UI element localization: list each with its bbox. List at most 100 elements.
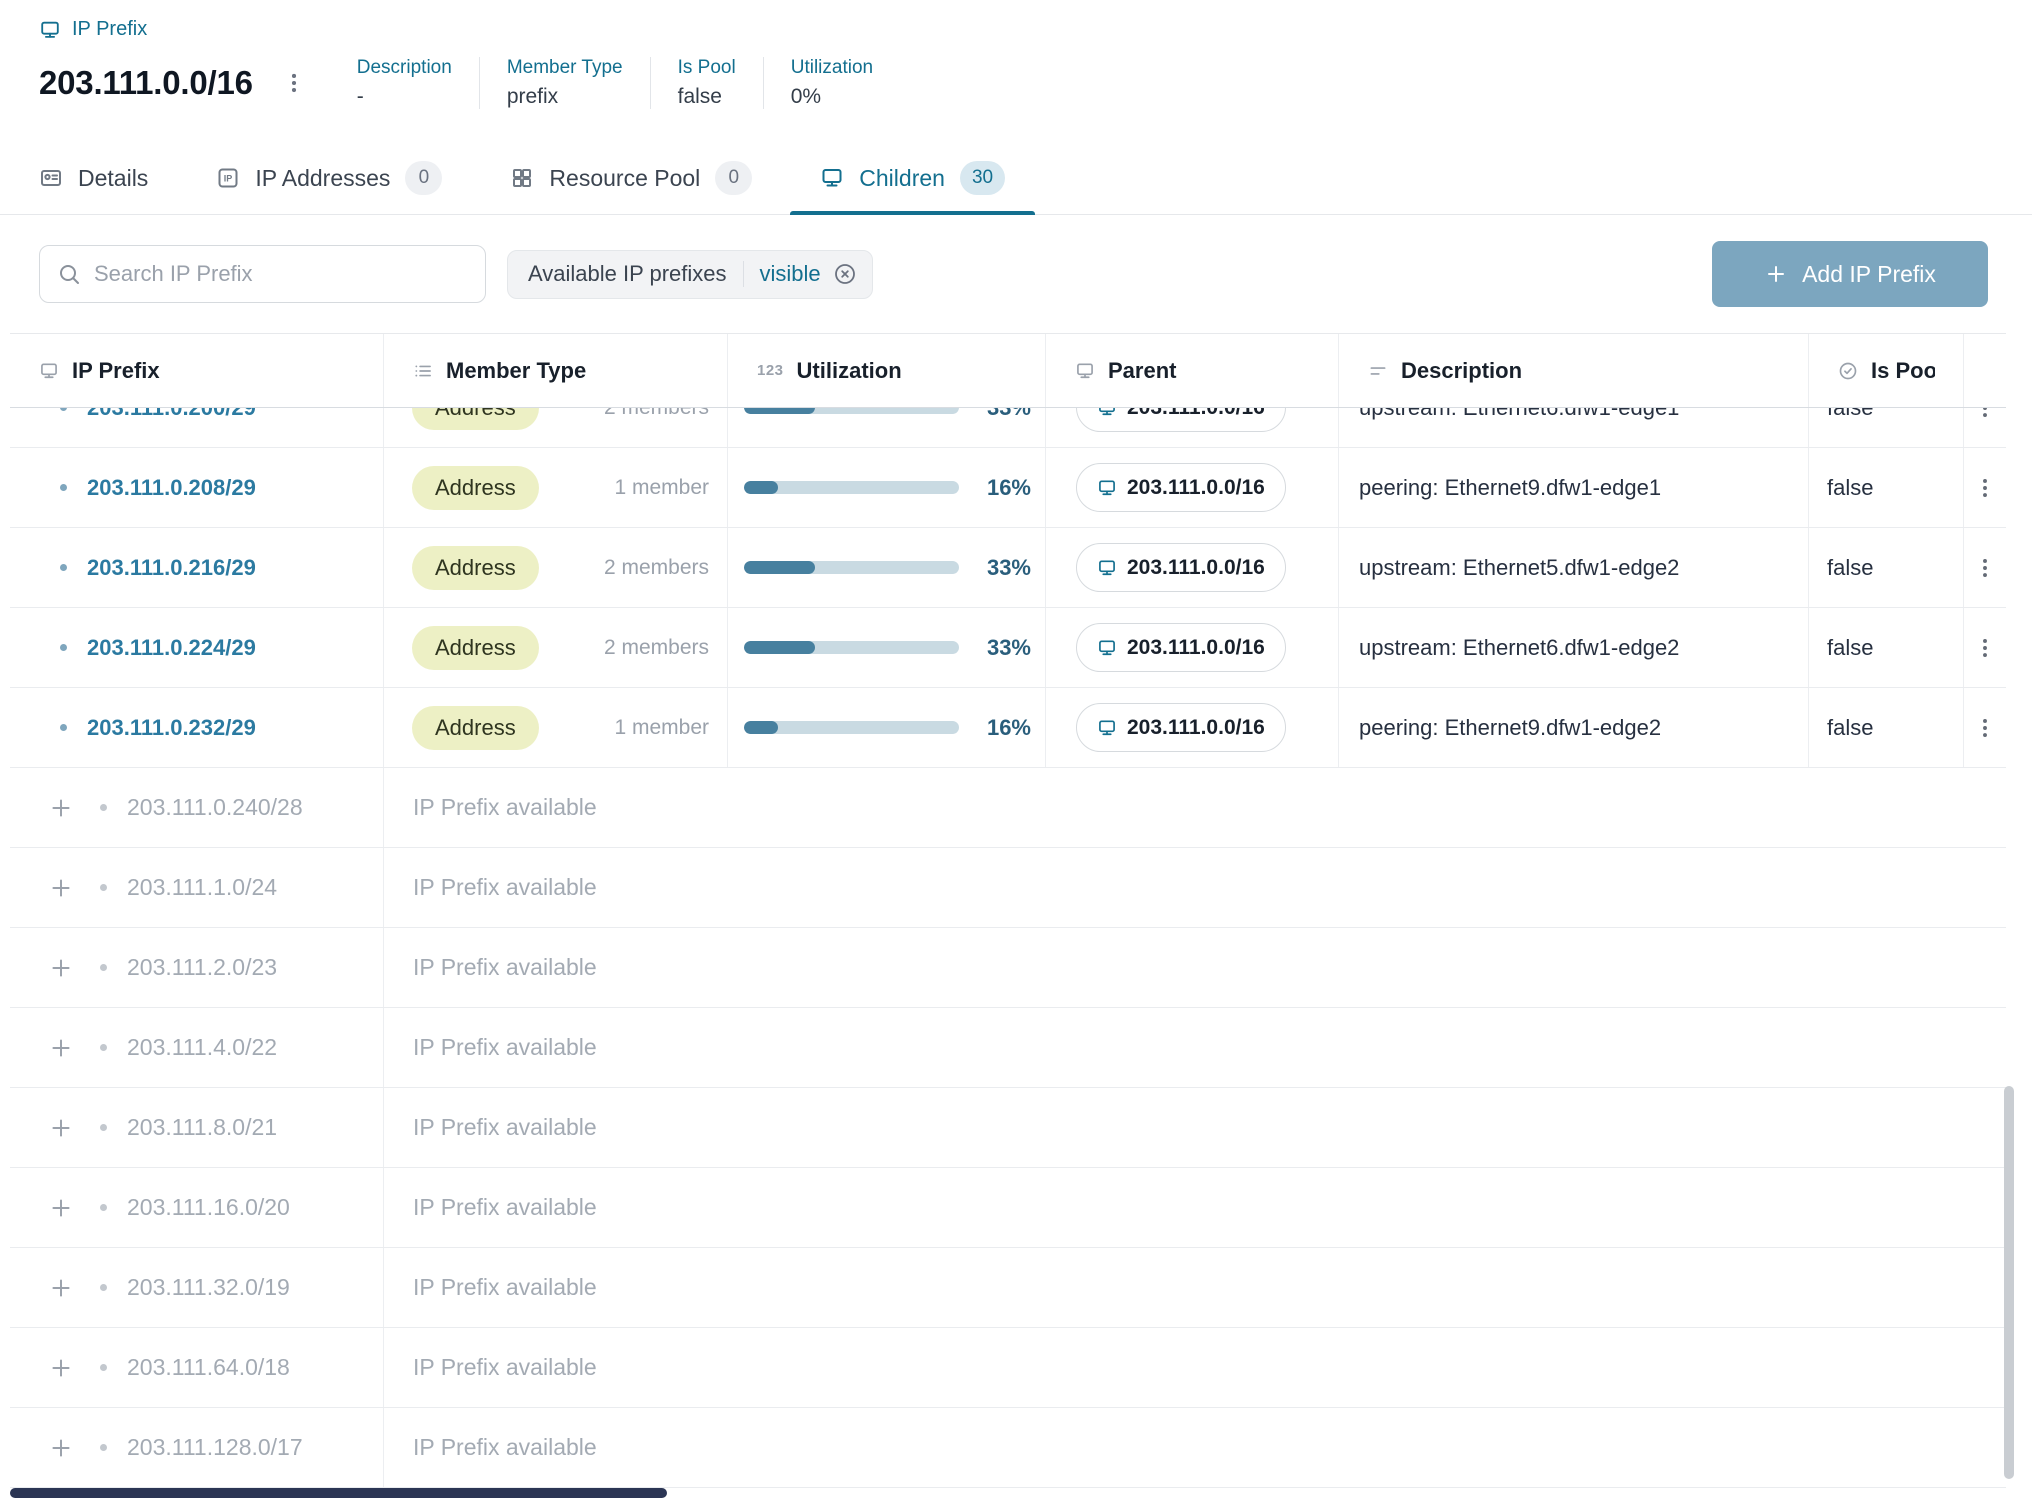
prefix-bullet	[100, 964, 107, 971]
parent-chip[interactable]: 203.111.0.0/16	[1076, 463, 1286, 512]
cell-ip-prefix: 203.111.2.0/23	[10, 928, 384, 1007]
prefix-icon	[1075, 361, 1095, 381]
column-header-parent[interactable]: Parent	[1046, 334, 1339, 407]
parent-chip[interactable]: 203.111.0.0/16	[1076, 408, 1286, 432]
is-pool-value: false	[1827, 635, 1873, 661]
add-available-prefix-button[interactable]	[48, 1275, 74, 1301]
add-available-prefix-button[interactable]	[48, 1435, 74, 1461]
tab-count-badge: 0	[715, 161, 752, 195]
utilization-bar	[744, 481, 959, 494]
utilization-bar	[744, 721, 959, 734]
row-menu-button[interactable]	[1972, 408, 1998, 421]
add-available-prefix-button[interactable]	[48, 1115, 74, 1141]
cell-member-type: Address 1 member	[384, 688, 728, 767]
add-available-prefix-button[interactable]	[48, 955, 74, 981]
utilization-bar	[744, 641, 959, 654]
horizontal-scrollbar-thumb[interactable]	[10, 1488, 667, 1498]
prefix-icon	[1097, 558, 1117, 578]
row-menu-button[interactable]	[1972, 635, 1998, 661]
cell-member-type: Address 2 members	[384, 408, 728, 447]
column-header-member-type[interactable]: Member Type	[384, 334, 728, 407]
available-prefix: 203.111.0.240/28	[127, 794, 303, 821]
cell-ip-prefix: 203.111.4.0/22	[10, 1008, 384, 1087]
cell-parent: 203.111.0.0/16	[1046, 528, 1339, 607]
table-header-row: IP Prefix Member Type 123 Utilization Pa…	[10, 333, 2006, 408]
row-menu-button[interactable]	[1972, 555, 1998, 581]
member-count: 2 members	[604, 636, 709, 660]
prefix-link[interactable]: 203.111.0.224/29	[87, 635, 256, 661]
add-available-prefix-button[interactable]	[48, 875, 74, 901]
add-available-prefix-button[interactable]	[48, 1195, 74, 1221]
utilization-bar	[744, 408, 959, 414]
add-button-label: Add IP Prefix	[1802, 261, 1936, 288]
prefix-bullet	[60, 484, 67, 491]
column-header-ip-prefix[interactable]: IP Prefix	[10, 334, 384, 407]
add-available-prefix-button[interactable]	[48, 795, 74, 821]
is-pool-value: false	[1827, 555, 1873, 581]
available-prefix: 203.111.64.0/18	[127, 1354, 290, 1381]
breadcrumb[interactable]: IP Prefix	[39, 18, 147, 41]
dots-vertical-icon	[1972, 635, 1998, 661]
parent-chip[interactable]: 203.111.0.0/16	[1076, 703, 1286, 752]
row-menu-button[interactable]	[1972, 475, 1998, 501]
prefix-link[interactable]: 203.111.0.200/29	[87, 408, 256, 421]
prefix-bullet	[100, 1044, 107, 1051]
prefix-bullet	[60, 724, 67, 731]
table-row-available: 203.111.128.0/17 IP Prefix available	[10, 1408, 2006, 1488]
cell-ip-prefix: 203.111.32.0/19	[10, 1248, 384, 1327]
check-circle-icon	[1838, 361, 1858, 381]
search-input[interactable]	[94, 261, 468, 287]
tab-children[interactable]: Children 30	[790, 142, 1035, 214]
filter-value: visible	[760, 261, 821, 287]
add-available-prefix-button[interactable]	[48, 1035, 74, 1061]
prefix-link[interactable]: 203.111.0.232/29	[87, 715, 256, 741]
filter-chip[interactable]: Available IP prefixes visible	[507, 250, 873, 299]
cell-description: upstream: Ethernet6.dfw1-edge1	[1339, 408, 1809, 447]
title-row: 203.111.0.0/16 Description - Member Type…	[39, 52, 873, 114]
available-prefix: 203.111.32.0/19	[127, 1274, 290, 1301]
cell-ip-prefix: 203.111.0.224/29	[10, 608, 384, 687]
cell-utilization: 33%	[728, 408, 1046, 447]
cell-actions	[1964, 688, 2006, 767]
utilization-percent: 33%	[987, 408, 1031, 421]
table-row: 203.111.0.224/29 Address 2 members 33% 2…	[10, 608, 2006, 688]
tab-details[interactable]: Details	[9, 142, 178, 214]
vertical-scrollbar-thumb[interactable]	[2004, 1086, 2014, 1479]
table-row-available: 203.111.1.0/24 IP Prefix available	[10, 848, 2006, 928]
tab-ip-addresses[interactable]: IP IP Addresses 0	[186, 142, 472, 214]
prefix-link[interactable]: 203.111.0.208/29	[87, 475, 256, 501]
parent-chip[interactable]: 203.111.0.0/16	[1076, 543, 1286, 592]
parent-label: 203.111.0.0/16	[1127, 556, 1265, 580]
row-menu-button[interactable]	[1972, 715, 1998, 741]
member-type-badge: Address	[412, 626, 539, 670]
prefix-link[interactable]: 203.111.0.216/29	[87, 555, 256, 581]
close-circle-icon[interactable]	[833, 262, 857, 286]
table-row-available: 203.111.2.0/23 IP Prefix available	[10, 928, 2006, 1008]
available-prefix: 203.111.16.0/20	[127, 1194, 290, 1221]
add-ip-prefix-button[interactable]: Add IP Prefix	[1712, 241, 1988, 307]
column-header-description[interactable]: Description	[1339, 334, 1809, 407]
tab-resource-pool[interactable]: Resource Pool 0	[480, 142, 782, 214]
column-header-is-pool[interactable]: Is Pool	[1809, 334, 1964, 407]
ip-address-icon: IP	[216, 166, 240, 190]
cell-available: IP Prefix available	[384, 1328, 2006, 1407]
prefix-icon	[1097, 718, 1117, 738]
ip-prefix-page: IP Prefix 203.111.0.0/16 Description - M…	[0, 0, 2032, 1498]
cell-ip-prefix: 203.111.64.0/18	[10, 1328, 384, 1407]
cell-actions	[1964, 608, 2006, 687]
divider	[479, 57, 480, 109]
column-header-utilization[interactable]: 123 Utilization	[728, 334, 1046, 407]
cell-is-pool: false	[1809, 608, 1964, 687]
prefix-icon	[39, 19, 61, 41]
dots-vertical-icon	[1972, 715, 1998, 741]
member-type-badge: Address	[412, 546, 539, 590]
prefix-icon	[1097, 478, 1117, 498]
cell-utilization: 33%	[728, 608, 1046, 687]
plus-icon	[48, 875, 74, 901]
description-text: upstream: Ethernet5.dfw1-edge2	[1359, 555, 1679, 581]
member-count: 2 members	[604, 408, 709, 420]
cell-member-type: Address 1 member	[384, 448, 728, 527]
add-available-prefix-button[interactable]	[48, 1355, 74, 1381]
title-menu-button[interactable]	[281, 70, 307, 96]
parent-chip[interactable]: 203.111.0.0/16	[1076, 623, 1286, 672]
